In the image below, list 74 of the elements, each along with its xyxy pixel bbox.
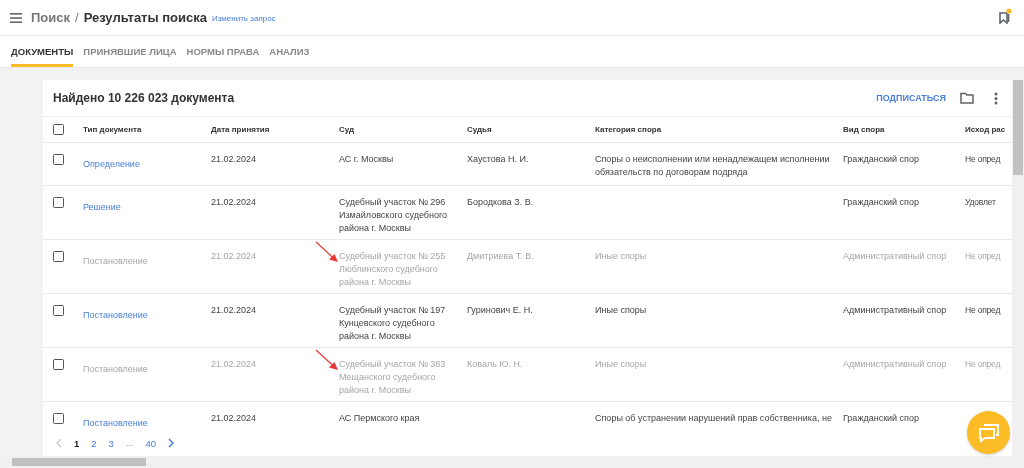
column-header[interactable]: Судья bbox=[467, 125, 595, 134]
table-cell-text: Споры об устранении нарушений прав собственника, не bbox=[595, 412, 833, 425]
tab[interactable]: ПРИНЯВШИЕ ЛИЦА bbox=[83, 36, 177, 67]
page-title: Результаты поиска bbox=[83, 10, 207, 25]
table-cell-text: 21.02.2024 bbox=[211, 304, 258, 317]
row-checkbox[interactable] bbox=[53, 154, 64, 165]
column-header[interactable]: Категория спора bbox=[595, 125, 843, 134]
table-cell-text: Гуринович Е. Н. bbox=[467, 304, 534, 317]
tab[interactable]: НОРМЫ ПРАВА bbox=[186, 36, 260, 67]
document-type-link[interactable]: Определение bbox=[83, 159, 140, 169]
table-cell-text: Хаустова Н. И. bbox=[467, 153, 530, 166]
table-cell-text: АС Пермского края bbox=[339, 412, 421, 425]
table-cell-text: Иные споры bbox=[595, 250, 648, 263]
breadcrumb-separator: / bbox=[75, 10, 79, 25]
results-count: Найдено 10 226 023 документа bbox=[53, 91, 235, 105]
table-cell-text: АС г. Москвы bbox=[339, 153, 395, 166]
document-type-link[interactable]: Постановление bbox=[83, 418, 148, 428]
table-cell-text: 21.02.2024 bbox=[211, 196, 258, 209]
folder-icon[interactable] bbox=[960, 92, 974, 104]
table-cell-text: Иные споры bbox=[595, 304, 648, 317]
table-cell-text: Гражданский спор bbox=[843, 412, 920, 425]
table-cell-text: Административный спор bbox=[843, 304, 948, 317]
table-cell-text: Коваль Ю. Н. bbox=[467, 358, 524, 371]
table-cell-text: Судебный участок № 296 Измайловского судебного района г. Москвы bbox=[339, 196, 449, 235]
column-header[interactable]: Суд bbox=[339, 125, 467, 134]
table-cell-text: Бородкова З. В. bbox=[467, 196, 535, 209]
column-header[interactable]: Дата принятия bbox=[211, 125, 339, 134]
column-header[interactable]: Вид спора bbox=[843, 125, 965, 134]
table-cell-text: 21.02.2024 bbox=[211, 153, 258, 166]
table-cell-text: Не опред bbox=[965, 153, 1002, 166]
page-link[interactable]: 1 bbox=[74, 437, 80, 449]
next-page-icon[interactable] bbox=[168, 438, 174, 448]
table-cell-text: Административный спор bbox=[843, 358, 948, 371]
table-cell-text: Не опред bbox=[965, 250, 1002, 263]
edit-query-link[interactable]: Изменить запрос bbox=[211, 14, 276, 23]
table-cell-text: Судебный участок № 255 Люблинского судебного района г. Москвы bbox=[339, 250, 447, 289]
row-checkbox[interactable] bbox=[53, 197, 64, 208]
more-icon[interactable] bbox=[994, 91, 998, 105]
breadcrumb-link[interactable]: Поиск bbox=[31, 10, 70, 25]
row-checkbox[interactable] bbox=[53, 305, 64, 316]
document-type-link[interactable]: Постановление bbox=[83, 310, 148, 320]
table-cell-text: Не опред bbox=[965, 358, 1002, 371]
page-link[interactable]: 40 bbox=[145, 437, 156, 449]
table-cell-text: Не опред bbox=[965, 304, 1002, 317]
tab[interactable]: ДОКУМЕНТЫ bbox=[11, 36, 74, 67]
column-header[interactable]: Тип документа bbox=[83, 125, 211, 134]
table-cell-text: 21.02.2024 bbox=[211, 358, 258, 371]
subscribe-button[interactable]: ПОДПИСАТЬСЯ bbox=[876, 93, 946, 103]
menu-icon[interactable] bbox=[10, 12, 22, 23]
row-checkbox[interactable] bbox=[53, 359, 64, 370]
document-type-link[interactable]: Решение bbox=[83, 202, 121, 212]
row-checkbox[interactable] bbox=[53, 413, 64, 424]
table-cell-text: Административный спор bbox=[843, 250, 948, 263]
bookmark-icon[interactable] bbox=[998, 7, 1012, 24]
pagination-ellipsis: ... bbox=[125, 438, 134, 448]
table-cell-text: 21.02.2024 bbox=[211, 412, 258, 425]
tab[interactable]: АНАЛИЗ bbox=[269, 36, 310, 67]
select-all-checkbox[interactable] bbox=[53, 124, 64, 135]
table-cell-text: Иные споры bbox=[595, 358, 648, 371]
table-cell-text: Споры о неисполнении или ненадлежащем исполнении обязательств по договорам подряда bbox=[595, 153, 831, 179]
column-header[interactable]: Исход рас bbox=[965, 125, 1012, 134]
table-cell-text: 21.02.2024 bbox=[211, 250, 258, 263]
document-type-link[interactable]: Постановление bbox=[83, 256, 148, 266]
row-checkbox[interactable] bbox=[53, 251, 64, 262]
page-link[interactable]: 3 bbox=[108, 437, 114, 449]
page-link[interactable]: 2 bbox=[91, 437, 97, 449]
table-cell-text: Дмитриева Т. В. bbox=[467, 250, 535, 263]
table-cell-text: Гражданский спор bbox=[843, 196, 920, 209]
table-cell-text: Гражданский спор bbox=[843, 153, 920, 166]
table-cell-text: Судебный участок № 383 Мещанского судебного района г. Москвы bbox=[339, 358, 447, 397]
table-cell-text: Удовлет bbox=[965, 196, 997, 209]
chat-icon bbox=[977, 422, 1000, 443]
table-cell-text: Судебный участок № 197 Кунцевского судебного района г. Москвы bbox=[339, 304, 447, 343]
document-type-link[interactable]: Постановление bbox=[83, 364, 148, 374]
